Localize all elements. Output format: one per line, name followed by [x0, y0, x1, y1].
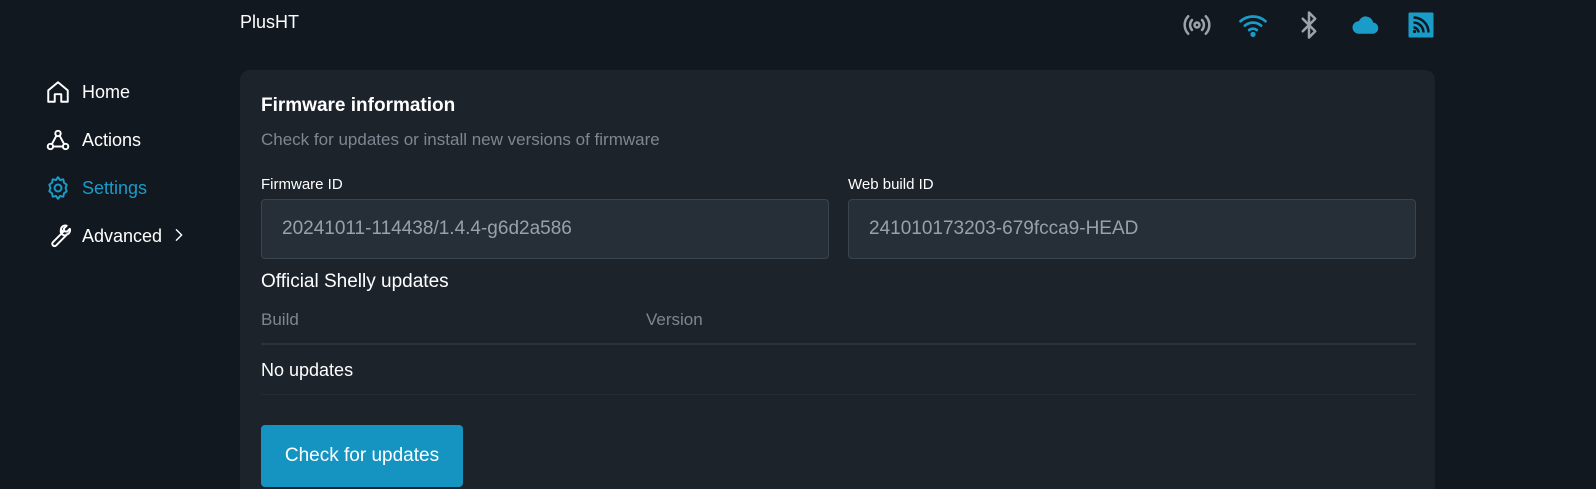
wifi-icon[interactable]	[1236, 8, 1270, 42]
updates-title: Official Shelly updates	[261, 271, 449, 292]
column-header-version: Version	[646, 310, 703, 329]
status-icons	[1180, 8, 1438, 42]
cloud-icon[interactable]	[1348, 8, 1382, 42]
sidebar: Home Actions Settings Advanced	[44, 68, 214, 260]
home-icon	[44, 78, 72, 106]
broadcast-icon[interactable]	[1180, 8, 1214, 42]
sidebar-item-label: Actions	[82, 129, 142, 150]
check-for-updates-button[interactable]: Check for updates	[261, 425, 463, 487]
empty-updates-message: No updates	[261, 360, 354, 380]
rss-icon[interactable]	[1404, 8, 1438, 42]
firmware-id-field[interactable]: 20241011-114438/1.4.4-g6d2a586	[261, 199, 829, 259]
bluetooth-icon[interactable]	[1292, 8, 1326, 42]
sidebar-item-label: Home	[82, 81, 131, 102]
sidebar-item-advanced[interactable]: Advanced	[44, 212, 214, 260]
web-build-id-label: Web build ID	[848, 176, 934, 193]
wrench-icon	[44, 222, 72, 250]
card-title: Firmware information	[261, 95, 456, 116]
gear-icon	[44, 174, 72, 202]
webhook-icon	[44, 126, 72, 154]
firmware-id-label: Firmware ID	[261, 176, 343, 193]
chevron-right-icon[interactable]	[172, 228, 188, 244]
sidebar-item-label: Settings	[82, 177, 148, 198]
sidebar-item-label: Advanced	[82, 225, 163, 246]
sidebar-item-home[interactable]: Home	[44, 68, 214, 116]
column-header-build: Build	[261, 310, 299, 329]
card-subtitle: Check for updates or install new version…	[261, 130, 660, 149]
table-row-divider	[261, 394, 1416, 395]
firmware-card: Firmware information Check for updates o…	[240, 70, 1435, 489]
sidebar-item-settings[interactable]: Settings	[44, 164, 214, 212]
sidebar-item-actions[interactable]: Actions	[44, 116, 214, 164]
web-build-id-field[interactable]: 241010173203-679fcca9-HEAD	[848, 199, 1416, 259]
page: PlusHT Home Actions Settings Advanced Fi…	[0, 0, 1596, 489]
table-header-divider	[261, 343, 1416, 345]
app-title: PlusHT	[240, 12, 300, 32]
